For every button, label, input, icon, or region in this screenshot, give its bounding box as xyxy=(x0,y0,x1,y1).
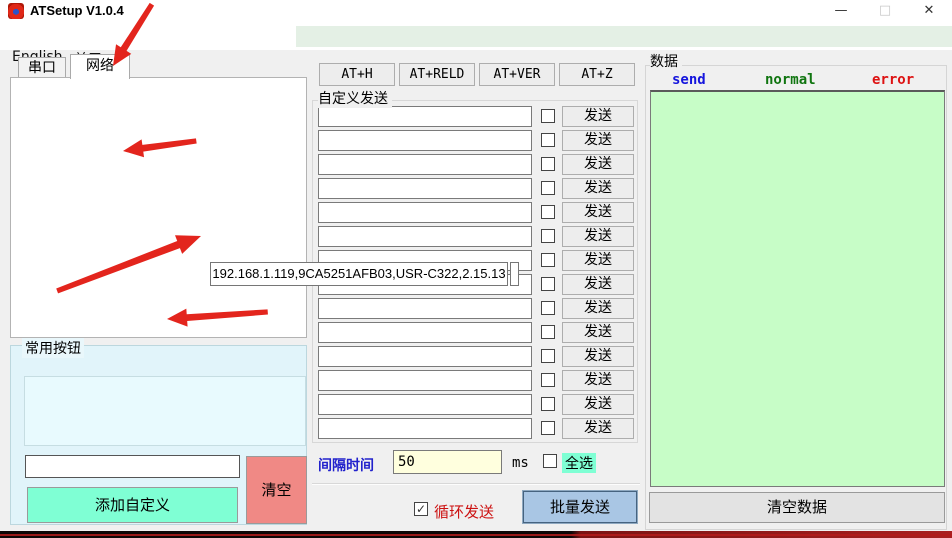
custom-command-input[interactable] xyxy=(318,418,532,439)
custom-name-input[interactable] xyxy=(25,455,240,478)
send-checkbox[interactable] xyxy=(541,277,555,291)
custom-command-input[interactable] xyxy=(318,154,532,175)
custom-command-input[interactable] xyxy=(318,322,532,343)
legend-error: error xyxy=(872,72,914,88)
send-checkbox[interactable] xyxy=(541,133,555,147)
legend-send: send xyxy=(672,72,706,88)
device-tooltip: 192.168.1.119,9CA5251AFB03,USR-C322,2.15… xyxy=(210,262,508,286)
custom-command-input[interactable] xyxy=(318,298,532,319)
send-button[interactable]: 发送 xyxy=(562,322,634,343)
send-button[interactable]: 发送 xyxy=(562,274,634,295)
send-checkbox[interactable] xyxy=(541,349,555,363)
custom-send-row: 发送 xyxy=(318,226,638,247)
send-checkbox[interactable] xyxy=(541,157,555,171)
send-button[interactable]: 发送 xyxy=(562,418,634,439)
at-z-button[interactable]: AT+Z xyxy=(559,63,635,86)
tooltip-fragment xyxy=(510,262,519,286)
custom-command-input[interactable] xyxy=(318,370,532,391)
custom-send-row: 发送 xyxy=(318,370,638,391)
custom-command-input[interactable] xyxy=(318,394,532,415)
ms-unit-label: ms xyxy=(512,455,529,471)
data-output-area[interactable] xyxy=(650,90,945,487)
send-button[interactable]: 发送 xyxy=(562,154,634,175)
custom-command-input[interactable] xyxy=(318,106,532,127)
send-checkbox[interactable] xyxy=(541,325,555,339)
add-custom-button[interactable]: 添加自定义 xyxy=(27,487,238,523)
common-buttons-label: 常用按钮 xyxy=(22,338,84,358)
send-checkbox[interactable] xyxy=(541,301,555,315)
clear-data-button[interactable]: 清空数据 xyxy=(649,492,945,523)
clear-button[interactable]: 清空 xyxy=(246,456,307,524)
select-all-label: 全选 xyxy=(562,453,596,473)
at-h-button[interactable]: AT+H xyxy=(319,63,395,86)
batch-send-button[interactable]: 批量发送 xyxy=(523,491,637,523)
interval-label: 间隔时间 xyxy=(318,455,374,475)
custom-send-row: 发送 xyxy=(318,418,638,439)
send-checkbox[interactable] xyxy=(541,253,555,267)
divider xyxy=(312,483,640,485)
send-checkbox[interactable] xyxy=(541,373,555,387)
custom-send-row: 发送 xyxy=(318,154,638,175)
send-button[interactable]: 发送 xyxy=(562,178,634,199)
custom-send-row: 发送 xyxy=(318,130,638,151)
custom-send-row: 发送 xyxy=(318,106,638,127)
custom-send-row: 发送 xyxy=(318,394,638,415)
custom-send-row: 发送 xyxy=(318,178,638,199)
minimize-button[interactable]: — xyxy=(820,0,862,22)
send-button[interactable]: 发送 xyxy=(562,202,634,223)
custom-send-label: 自定义发送 xyxy=(318,88,392,108)
custom-command-input[interactable] xyxy=(318,346,532,367)
data-group-label: 数据 xyxy=(650,51,682,71)
maximize-button[interactable]: □ xyxy=(864,0,906,22)
custom-send-row: 发送 xyxy=(318,202,638,223)
close-button[interactable]: ✕ xyxy=(908,0,950,22)
desktop-edge-line xyxy=(0,534,952,536)
at-ver-button[interactable]: AT+VER xyxy=(479,63,555,86)
send-checkbox[interactable] xyxy=(541,421,555,435)
network-tab-panel xyxy=(10,77,307,338)
send-button[interactable]: 发送 xyxy=(562,370,634,391)
loop-send-label: 循环发送 xyxy=(434,501,494,522)
custom-command-input[interactable] xyxy=(318,226,532,247)
app-icon xyxy=(8,3,24,19)
tab-network[interactable]: 网络 xyxy=(70,54,130,79)
tab-serial[interactable]: 串口 xyxy=(18,57,66,79)
header-green-strip xyxy=(296,26,952,47)
send-checkbox[interactable] xyxy=(541,109,555,123)
custom-command-input[interactable] xyxy=(318,130,532,151)
select-all-checkbox[interactable] xyxy=(543,454,557,468)
custom-command-input[interactable] xyxy=(318,202,532,223)
legend-normal: normal xyxy=(765,72,816,88)
send-checkbox[interactable] xyxy=(541,205,555,219)
custom-send-row: 发送 xyxy=(318,346,638,367)
send-checkbox[interactable] xyxy=(541,229,555,243)
title-bar: ATSetup V1.0.4 — □ ✕ xyxy=(0,0,952,22)
custom-send-row: 发送 xyxy=(318,322,638,343)
at-reld-button[interactable]: AT+RELD xyxy=(399,63,475,86)
loop-send-checkbox[interactable]: ✓ xyxy=(414,502,428,516)
window-title: ATSetup V1.0.4 xyxy=(30,3,124,18)
common-buttons-list xyxy=(24,376,306,446)
send-checkbox[interactable] xyxy=(541,397,555,411)
send-button[interactable]: 发送 xyxy=(562,346,634,367)
send-button[interactable]: 发送 xyxy=(562,250,634,271)
interval-input[interactable] xyxy=(393,450,502,474)
send-button[interactable]: 发送 xyxy=(562,298,634,319)
send-button[interactable]: 发送 xyxy=(562,394,634,415)
send-button[interactable]: 发送 xyxy=(562,106,634,127)
send-button[interactable]: 发送 xyxy=(562,130,634,151)
send-checkbox[interactable] xyxy=(541,181,555,195)
custom-command-input[interactable] xyxy=(318,178,532,199)
send-button[interactable]: 发送 xyxy=(562,226,634,247)
custom-send-row: 发送 xyxy=(318,298,638,319)
